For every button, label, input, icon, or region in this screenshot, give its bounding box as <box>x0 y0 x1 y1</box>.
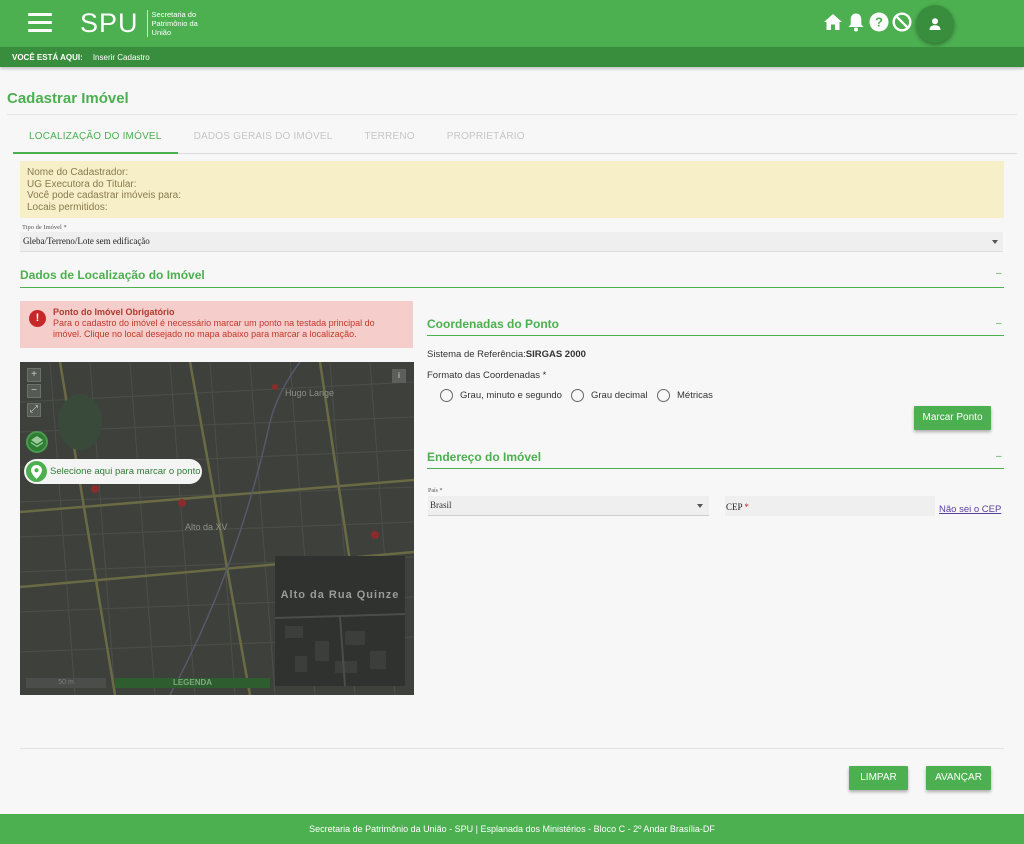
layers-button[interactable] <box>26 431 48 453</box>
sistema-referencia-label: Sistema de Referência: <box>427 349 526 360</box>
endereco-collapse-icon[interactable]: – <box>996 451 1002 462</box>
radio-circle <box>571 389 584 402</box>
radio-label: Grau decimal <box>591 390 648 401</box>
layers-icon <box>30 436 44 448</box>
footer: Secretaria de Patrimônio da União - SPU … <box>0 814 1024 844</box>
map-label-alto-da-xv: Alto da XV <box>185 522 228 532</box>
map-scale: 50 m <box>26 678 106 688</box>
top-icons: ? <box>823 11 912 33</box>
endereco-section-title: Endereço do Imóvel <box>427 450 542 464</box>
map[interactable]: + − ⤢ Selecione aqui para marcar o ponto… <box>20 362 414 695</box>
chevron-down-icon <box>697 504 703 508</box>
cep-input[interactable]: CEP * <box>725 496 935 516</box>
radio-grau-decimal[interactable]: Grau decimal <box>571 389 648 402</box>
logo-subtitle: Secretaria do Patrimônio da União <box>146 9 207 37</box>
coordenadas-collapse-icon[interactable]: – <box>996 318 1002 329</box>
sistema-referencia-value: SIRGAS 2000 <box>525 349 586 360</box>
info-line-locais: Locais permitidos: <box>27 201 108 213</box>
coordenadas-section-rule <box>427 335 1004 336</box>
page-title: Cadastrar Imóvel <box>7 90 129 107</box>
endereco-section-rule <box>427 468 1004 469</box>
user-avatar-button[interactable] <box>916 5 954 43</box>
tab-localizacao[interactable]: LOCALIZAÇÃO DO IMÓVEL <box>13 122 178 154</box>
user-icon <box>929 18 941 30</box>
chevron-down-icon <box>992 240 998 244</box>
select-point-label: Selecione aqui para marcar o ponto <box>50 466 201 477</box>
minimap[interactable]: Alto da Rua Quinze <box>275 556 405 686</box>
sistema-referencia: Sistema de Referência:SIRGAS 2000 <box>427 349 586 360</box>
map-info-button[interactable]: i <box>392 369 406 383</box>
title-divider <box>7 114 1017 115</box>
marcar-ponto-button[interactable]: Marcar Ponto <box>914 406 991 430</box>
localizacao-section-title: Dados de Localização do Imóvel <box>20 268 205 282</box>
bell-icon[interactable] <box>846 11 866 33</box>
localizacao-section-rule <box>20 287 1004 288</box>
cep-label: CEP <box>726 502 743 512</box>
pais-select[interactable]: Brasil <box>428 496 709 516</box>
spu-logo[interactable]: SPU Secretaria do Patrimônio da União <box>80 7 207 39</box>
radio-circle <box>440 389 453 402</box>
actions-divider <box>20 748 1004 749</box>
tab-proprietario[interactable]: PROPRIETÁRIO <box>431 122 541 153</box>
coordenadas-section-title: Coordenadas do Ponto <box>427 317 559 331</box>
home-icon[interactable] <box>823 11 843 33</box>
menu-icon[interactable] <box>28 13 52 33</box>
zoom-in-button[interactable]: + <box>27 368 41 382</box>
breadcrumb-label: VOCÊ ESTÁ AQUI: <box>12 52 83 62</box>
formato-coordenadas-label: Formato das Coordenadas * <box>427 370 547 381</box>
pais-value: Brasil <box>430 500 452 510</box>
radio-label: Grau, minuto e segundo <box>460 390 562 401</box>
radio-circle <box>657 389 670 402</box>
tipo-imovel-value: Gleba/Terreno/Lote sem edificação <box>23 236 150 246</box>
avancar-button[interactable]: AVANÇAR <box>926 766 991 790</box>
exclamation-icon: ! <box>29 310 46 327</box>
map-label-hugo-lange: Hugo Lange <box>285 388 335 398</box>
fullscreen-button[interactable]: ⤢ <box>27 403 41 417</box>
radio-label: Métricas <box>677 390 713 401</box>
radio-grau-minuto-segundo[interactable]: Grau, minuto e segundo <box>440 389 562 402</box>
info-line-permissao: Você pode cadastrar imóveis para: <box>27 190 181 201</box>
svg-text:?: ? <box>875 15 883 30</box>
help-icon[interactable]: ? <box>869 11 889 33</box>
localizacao-collapse-icon[interactable]: – <box>996 268 1002 279</box>
cep-required-mark: * <box>744 502 749 512</box>
minimap-label: Alto da Rua Quinze <box>280 589 400 601</box>
pais-label: País * <box>428 488 443 494</box>
info-box: Nome do Cadastrador: UG Executora do Tit… <box>20 161 1004 218</box>
tab-terreno[interactable]: TERRENO <box>348 122 430 153</box>
tab-dados-gerais[interactable]: DADOS GERAIS DO IMÓVEL <box>178 122 349 153</box>
breadcrumb-current[interactable]: Inserir Cadastro <box>93 53 150 62</box>
tipo-imovel-label: Tipo de Imóvel * <box>22 224 67 231</box>
zoom-out-button[interactable]: − <box>27 384 41 398</box>
breadcrumb: VOCÊ ESTÁ AQUI: Inserir Cadastro <box>0 47 1024 67</box>
minimap-aerial <box>275 556 405 686</box>
info-line-cadastrador: Nome do Cadastrador: <box>27 167 129 178</box>
info-line-ug: UG Executora do Titular: <box>27 178 137 190</box>
top-bar: SPU Secretaria do Patrimônio da União ? <box>0 0 1024 47</box>
radio-metricas[interactable]: Métricas <box>657 389 713 402</box>
limpar-button[interactable]: LIMPAR <box>849 766 908 790</box>
alert-title: Ponto do Imóvel Obrigatório <box>53 307 175 317</box>
logo-text: SPU <box>80 7 139 38</box>
block-icon[interactable] <box>892 11 912 33</box>
legend-button[interactable]: LEGENDA <box>115 678 270 688</box>
tipo-imovel-select[interactable]: Gleba/Terreno/Lote sem edificação <box>20 232 1003 252</box>
map-pin-icon <box>26 461 47 482</box>
nao-sei-cep-link[interactable]: Não sei o CEP <box>939 504 1001 515</box>
select-point-chip[interactable]: Selecione aqui para marcar o ponto <box>24 459 202 484</box>
alert-message: Para o cadastro do imóvel é necessário m… <box>53 318 375 339</box>
tabs: LOCALIZAÇÃO DO IMÓVEL DADOS GERAIS DO IM… <box>13 122 1017 154</box>
alert-ponto-obrigatorio: ! Ponto do Imóvel Obrigatório Para o cad… <box>20 301 413 348</box>
